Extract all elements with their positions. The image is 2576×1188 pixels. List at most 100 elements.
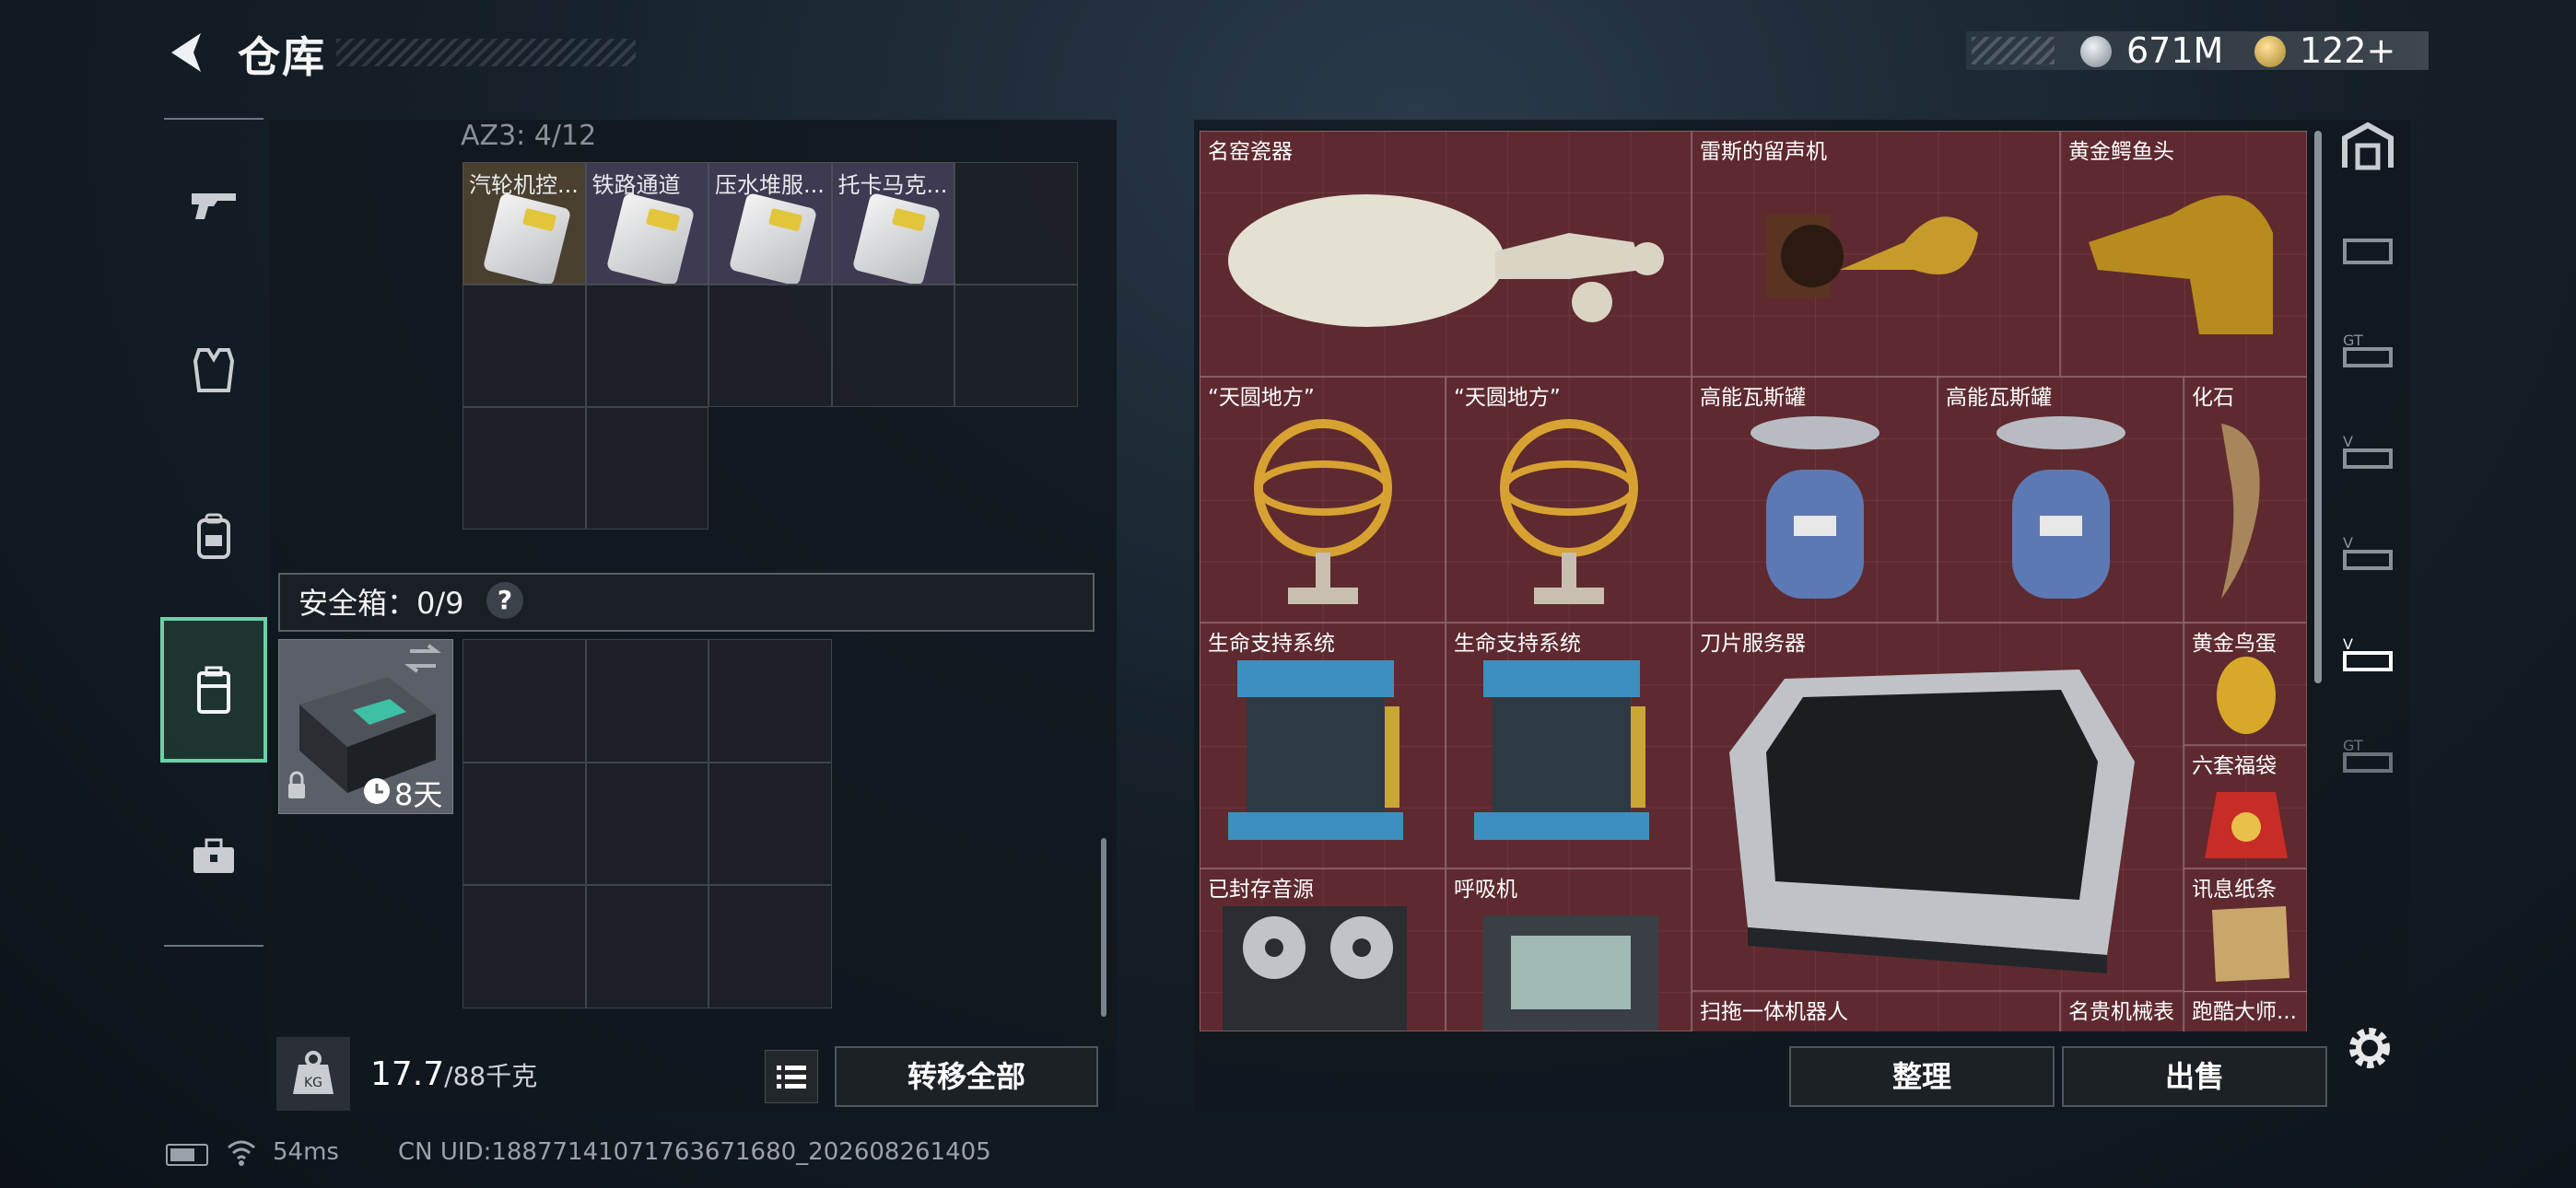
empty-slot[interactable] [831,285,954,407]
item-label: 刀片服务器 [1700,632,1806,656]
tab-5[interactable]: V [2325,501,2410,602]
empty-slot[interactable] [708,885,832,1008]
container-item[interactable]: 铁路通道 [585,162,708,285]
stash-item[interactable]: 讯息纸条 [2184,868,2307,992]
tab-2[interactable] [2325,197,2410,298]
stash-item[interactable]: 化石 [2184,377,2307,623]
stash-item[interactable]: “天圆地方” [1200,377,1446,623]
svg-text:KG: KG [304,1076,322,1090]
storage-tab-icon: V [2343,635,2393,671]
stash-tabs: GT V V V GT [2325,77,2410,1035]
empty-slot[interactable] [708,285,832,407]
sell-button[interactable]: 出售 [2062,1046,2327,1107]
nav-weapon[interactable] [164,131,263,278]
equipment-nav [160,118,267,947]
gear-icon[interactable] [2344,1022,2395,1074]
back-arrow-icon[interactable] [164,29,210,76]
carry-weight: 17.7/88千克 [370,1055,537,1093]
stash-item[interactable]: “天圆地方” [1446,377,1692,623]
stash-item[interactable]: 生命支持系统 [1200,623,1446,868]
stash-grid: 名窑瓷器 雷斯的留声机 黄金鳄鱼头 “天圆地方” “天圆地方” 高能瓦斯罐 高能… [1200,131,2307,1031]
empty-slot[interactable] [954,285,1078,407]
help-button[interactable]: ? [486,582,523,619]
stash-item[interactable]: 刀片服务器 [1692,623,2184,991]
empty-slot[interactable] [708,639,832,763]
container-capacity: AZ3: 4/12 [461,120,597,152]
scrollbar[interactable] [1101,838,1107,1017]
tab-6-active[interactable]: V [2325,602,2410,704]
gold-currency-value[interactable]: 122+ [2300,30,2395,71]
item-label: 生命支持系统 [1454,632,1581,656]
gas-tank-image [1996,416,2125,599]
empty-slot[interactable] [463,885,586,1008]
container-item[interactable]: 压水堆服... [708,162,832,285]
item-label: 压水堆服... [715,172,825,198]
container-item[interactable]: 托卡马克... [831,162,954,285]
stash-item[interactable]: 黄金鳄鱼头 [2060,131,2307,377]
blade-server-image [1729,670,2135,973]
keycard-icon [482,192,572,284]
stash-item[interactable]: 生命支持系统 [1446,623,1692,868]
stash-item[interactable]: 名贵机械表 [2060,991,2184,1031]
storage-tab-icon: GT [2343,737,2393,773]
svg-text:V: V [2343,534,2353,552]
fossil-image [2221,424,2260,599]
stash-item[interactable]: 已封存音源 [1200,868,1446,1031]
stash-item[interactable]: 呼吸机 [1446,868,1692,1031]
stash-item[interactable]: 六套福袋 [2184,745,2307,868]
stash-item[interactable]: 黄金鸟蛋 [2184,623,2307,745]
empty-slot[interactable] [463,285,586,407]
tab-all[interactable] [2325,96,2410,197]
storage-tab-icon: V [2343,433,2393,469]
vase-image [1228,194,1664,327]
empty-slot[interactable] [585,885,708,1008]
nav-toolbox[interactable] [164,783,263,930]
item-label: “天圆地方” [1454,386,1561,410]
item-label: 名贵机械表 [2068,1000,2174,1024]
empty-slot[interactable] [585,285,708,407]
scrollbar[interactable] [2314,131,2322,683]
stash-item[interactable]: 名窑瓷器 [1200,131,1692,377]
empty-slot[interactable] [463,639,586,763]
transfer-all-button[interactable]: 转移全部 [835,1046,1098,1107]
sort-button[interactable]: 整理 [1789,1046,2055,1107]
nav-safe-case[interactable] [160,617,267,763]
empty-slot[interactable] [585,639,708,763]
stash-item[interactable]: 跑酷大师... [2184,991,2307,1031]
user-id: CN UID:1887714107176367168​0_20260826140… [398,1138,991,1166]
item-label: 六套福袋 [2192,754,2277,778]
nav-armor[interactable] [164,297,263,444]
item-label: 名窑瓷器 [1208,140,1293,164]
item-label: 铁路通道 [591,172,681,198]
stash-item[interactable]: 扫拖一体机器人 [1692,991,2060,1031]
tab-7[interactable]: GT [2325,704,2410,805]
svg-text:GT: GT [2343,332,2363,349]
nav-backpack[interactable] [164,462,263,610]
empty-slot[interactable] [463,762,586,885]
item-label: 托卡马克... [837,172,948,198]
empty-slot[interactable] [954,162,1078,285]
empty-slot[interactable] [585,762,708,885]
stash-item[interactable]: 高能瓦斯罐 [1938,377,2184,623]
wifi-icon [228,1140,255,1166]
warehouse-icon [2342,122,2394,170]
stash-item[interactable]: 高能瓦斯罐 [1692,377,1938,623]
item-label: 讯息纸条 [2192,878,2277,902]
tab-3[interactable]: GT [2325,298,2410,400]
empty-slot[interactable] [585,407,708,530]
item-label: 化石 [2192,386,2234,410]
toolbox-icon [193,838,234,873]
safe-box-duration: 8天 [394,777,443,812]
life-support-image [1228,660,1403,840]
list-view-button[interactable] [765,1050,818,1103]
empty-slot[interactable] [708,762,832,885]
container-item[interactable]: 汽轮机控... [463,162,586,285]
keycard-icon [728,192,818,284]
gun-icon [192,193,236,219]
svg-text:GT: GT [2343,737,2363,754]
tab-4[interactable]: V [2325,400,2410,501]
stash-item[interactable]: 雷斯的留声机 [1692,131,2060,377]
storage-tab-icon: GT [2343,332,2393,367]
empty-slot[interactable] [463,407,586,530]
keycard-icon [605,192,695,284]
